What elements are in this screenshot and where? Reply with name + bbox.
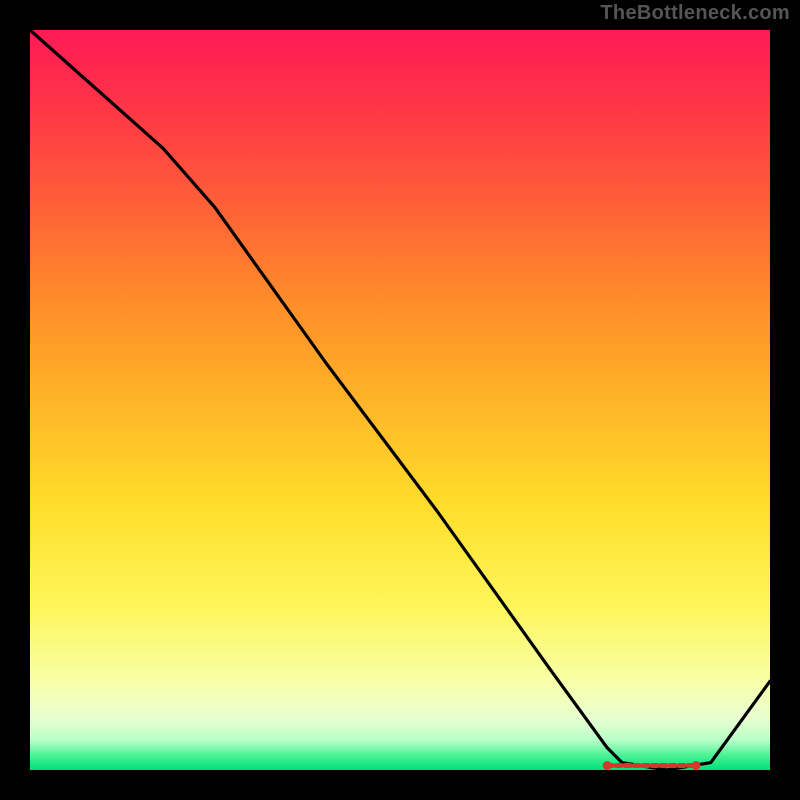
plot-svg (30, 30, 770, 770)
curve-line (30, 30, 770, 770)
plot-area (30, 30, 770, 770)
watermark-text: TheBottleneck.com (600, 2, 790, 25)
chart-frame: TheBottleneck.com (0, 0, 800, 800)
